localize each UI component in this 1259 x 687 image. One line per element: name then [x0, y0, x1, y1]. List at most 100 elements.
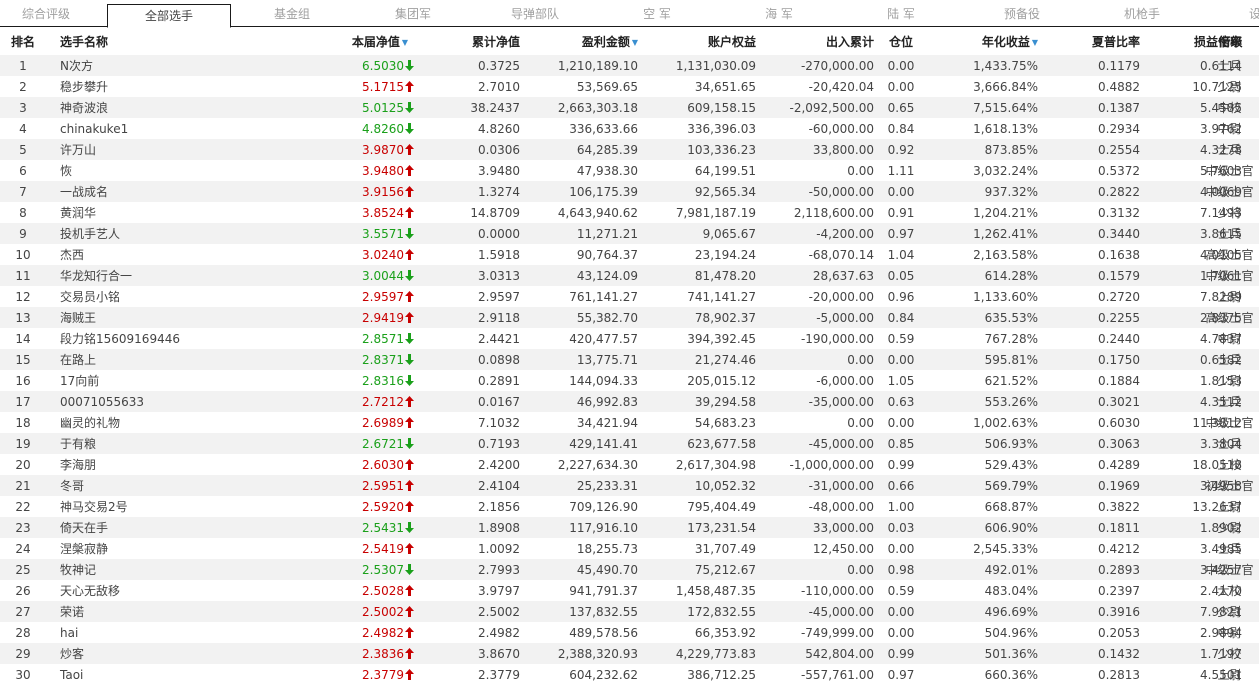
player-name-link[interactable]: 幽灵的礼物 — [46, 412, 274, 433]
current-nav-value: 4.8260 — [362, 121, 404, 136]
sharpe-cell: 0.2813 — [1098, 667, 1140, 682]
table-row[interactable]: 15 在路上 2.8371 0.0898 13,775.71 21,274.46 0.00 0… — [0, 349, 1259, 370]
current-nav-value: 2.5307 — [362, 562, 404, 577]
table-row[interactable]: 1 N次方 6.5030 0.3725 1,210,189.10 1,131,030.09… — [0, 55, 1259, 76]
table-row[interactable]: 2 稳步攀升 5.1715 2.7010 53,569.65 34,651.65 -20,4… — [0, 76, 1259, 97]
current-nav-value: 3.8524 — [362, 205, 404, 220]
tab-ground-force[interactable]: 陆 军 — [840, 0, 962, 26]
col-header-annual-return[interactable]: 年化收益 ▼ — [928, 27, 1038, 55]
player-name-link[interactable]: 神奇波浪 — [46, 97, 274, 118]
table-row[interactable]: 6 恢 3.9480 3.9480 47,938.30 64,199.51 0.00 1.11… — [0, 160, 1259, 181]
grade-cell: 中级士官 — [1205, 416, 1254, 430]
player-name-link[interactable]: Taoi — [46, 664, 274, 685]
player-name-link[interactable]: 李海朋 — [46, 454, 274, 475]
table-row[interactable]: 24 涅槃寂静 2.5419 1.0092 18,255.73 31,707.49 12,4… — [0, 538, 1259, 559]
table-row[interactable]: 18 幽灵的礼物 2.6989 7.1032 34,421.94 54,683.23 0.0… — [0, 412, 1259, 433]
table-row[interactable]: 9 投机手艺人 3.5571 0.0000 11,271.21 9,065.67 -4,20… — [0, 223, 1259, 244]
tab-air-force[interactable]: 空 军 — [596, 0, 718, 26]
player-name-link[interactable]: 天心无敌移 — [46, 580, 274, 601]
player-name-link[interactable]: 涅槃寂静 — [46, 538, 274, 559]
player-name-link[interactable]: 段力铭15609169446 — [46, 328, 274, 349]
tab-navy[interactable]: 海 军 — [718, 0, 840, 26]
col-header-rank[interactable]: 排名 — [0, 27, 46, 55]
table-row[interactable]: 29 炒客 2.3836 3.8670 2,388,320.93 4,229,773.83… — [0, 643, 1259, 664]
rank-cell: 1 — [0, 55, 46, 76]
player-name-link[interactable]: 在路上 — [46, 349, 274, 370]
table-row[interactable]: 25 牧神记 2.5307 2.7993 45,490.70 75,212.67 0.00 0… — [0, 559, 1259, 580]
player-name-link[interactable]: 恢 — [46, 160, 274, 181]
player-name-link[interactable]: 一战成名 — [46, 181, 274, 202]
table-row[interactable]: 12 交易员小铭 2.9597 2.9597 761,141.27 741,141.27 -… — [0, 286, 1259, 307]
table-row[interactable]: 20 李海朋 2.6030 2.4200 2,227,634.30 2,617,304.9… — [0, 454, 1259, 475]
player-name-link[interactable]: 许万山 — [46, 139, 274, 160]
player-name-link[interactable]: 炒客 — [46, 643, 274, 664]
table-row[interactable]: 19 于有粮 2.6721 0.7193 429,141.41 623,677.58 -45… — [0, 433, 1259, 454]
player-name-link[interactable]: 杰西 — [46, 244, 274, 265]
table-row[interactable]: 7 一战成名 3.9156 1.3274 106,175.39 92,565.34 -50,… — [0, 181, 1259, 202]
col-header-equity[interactable]: 账户权益 — [638, 27, 756, 55]
arrow-down-icon — [404, 227, 414, 241]
col-header-position[interactable]: 仓位 — [874, 27, 928, 55]
table-row[interactable]: 4 chinakuke1 4.8260 4.8260 336,633.66 336,396… — [0, 118, 1259, 139]
table-row[interactable]: 11 华龙知行合一 3.0044 3.0313 43,124.09 81,478.20 28… — [0, 265, 1259, 286]
table-row[interactable]: 5 许万山 3.9870 0.0306 64,285.39 103,336.23 33,80… — [0, 139, 1259, 160]
col-header-grade[interactable]: 衔级 — [1218, 27, 1259, 55]
position-cell: 0.66 — [874, 475, 928, 496]
col-header-player-name[interactable]: 选手名称 — [46, 27, 274, 55]
equity-cell: 75,212.67 — [638, 559, 756, 580]
col-header-profit[interactable]: 盈利金额 ▼ — [520, 27, 638, 55]
arrow-up-icon — [404, 80, 414, 94]
player-name-link[interactable]: chinakuke1 — [46, 118, 274, 139]
table-row[interactable]: 30 Taoi 2.3779 2.3779 604,232.62 386,712.25 -5… — [0, 664, 1259, 685]
player-name-link[interactable]: 17向前 — [46, 370, 274, 391]
table-row[interactable]: 8 黄润华 3.8524 14.8709 4,643,940.62 7,981,187.1… — [0, 202, 1259, 223]
player-name-link[interactable]: N次方 — [46, 55, 274, 76]
profit-cell: 18,255.73 — [576, 541, 638, 556]
player-name-link[interactable]: 稳步攀升 — [46, 76, 274, 97]
tab-all-players[interactable]: 全部选手 — [107, 4, 231, 28]
arrow-up-icon — [404, 164, 414, 178]
col-header-sharpe[interactable]: 夏普比率 — [1038, 27, 1140, 55]
tab-army-group[interactable]: 集团军 — [352, 0, 474, 26]
tab-reserve[interactable]: 预备役 — [962, 0, 1082, 26]
player-name-link[interactable]: 冬哥 — [46, 475, 274, 496]
player-name-link[interactable]: 投机手艺人 — [46, 223, 274, 244]
table-row[interactable]: 10 杰西 3.0240 1.5918 90,764.37 23,194.24 -68,07… — [0, 244, 1259, 265]
player-name-link[interactable]: 交易员小铭 — [46, 286, 274, 307]
player-name-link[interactable]: 于有粮 — [46, 433, 274, 454]
tab-fund-group[interactable]: 基金组 — [232, 0, 352, 26]
cumulative-nav-cell: 2.7010 — [478, 79, 520, 94]
table-row[interactable]: 27 荣诺 2.5002 2.5002 137,832.55 172,832.55 -45,… — [0, 601, 1259, 622]
table-row[interactable]: 23 倚天在手 2.5431 1.8908 117,916.10 173,231.54 33… — [0, 517, 1259, 538]
table-row[interactable]: 21 冬哥 2.5951 2.4104 25,233.31 10,052.32 -31,00… — [0, 475, 1259, 496]
rank-cell: 4 — [19, 121, 27, 136]
col-header-current-nav[interactable]: 本届净值 ▼ — [274, 27, 416, 55]
sharpe-cell: 0.1811 — [1038, 517, 1140, 538]
player-name-link[interactable]: 牧神记 — [46, 559, 274, 580]
player-name-link[interactable]: hai — [46, 622, 274, 643]
table-row[interactable]: 22 神马交易2号 2.5920 2.1856 709,126.90 795,404.49… — [0, 496, 1259, 517]
rank-cell: 6 — [19, 163, 27, 178]
tab-missile-force[interactable]: 导弹部队 — [474, 0, 596, 26]
player-name-link[interactable]: 荣诺 — [46, 601, 274, 622]
player-name-link[interactable]: 海贼王 — [46, 307, 274, 328]
table-row[interactable]: 26 天心无敌移 2.5028 3.9797 941,791.37 1,458,487.3… — [0, 580, 1259, 601]
table-row[interactable]: 28 hai 2.4982 2.4982 489,578.56 66,353.92 -749… — [0, 622, 1259, 643]
table-row[interactable]: 17 00071055633 2.7212 0.0167 46,992.83 39,294… — [0, 391, 1259, 412]
col-header-flow[interactable]: 出入累计 — [756, 27, 874, 55]
player-name-link[interactable]: 华龙知行合一 — [46, 265, 274, 286]
table-row[interactable]: 16 17向前 2.8316 0.2891 144,094.33 205,015.12 -6… — [0, 370, 1259, 391]
tab-overall-rating[interactable]: 综合评级 — [0, 0, 92, 26]
table-row[interactable]: 13 海贼王 2.9419 2.9118 55,382.70 78,902.37 -5,00… — [0, 307, 1259, 328]
player-name-link[interactable]: 神马交易2号 — [46, 496, 274, 517]
table-row[interactable]: 3 神奇波浪 5.0125 38.2437 2,663,303.18 609,158.15… — [0, 97, 1259, 118]
tab-overflow[interactable]: 设 — [1249, 0, 1259, 26]
player-name-link[interactable]: 黄润华 — [46, 202, 274, 223]
player-name-link[interactable]: 倚天在手 — [46, 517, 274, 538]
col-header-cumulative-nav[interactable]: 累计净值 — [416, 27, 520, 55]
table-row[interactable]: 14 段力铭15609169446 2.8571 2.4421 420,477.57 39… — [0, 328, 1259, 349]
tab-machine-gunner[interactable]: 机枪手 — [1082, 0, 1202, 26]
current-nav-cell: 2.8371 — [274, 349, 416, 370]
arrow-up-icon — [404, 206, 414, 220]
player-name-link[interactable]: 00071055633 — [46, 391, 274, 412]
